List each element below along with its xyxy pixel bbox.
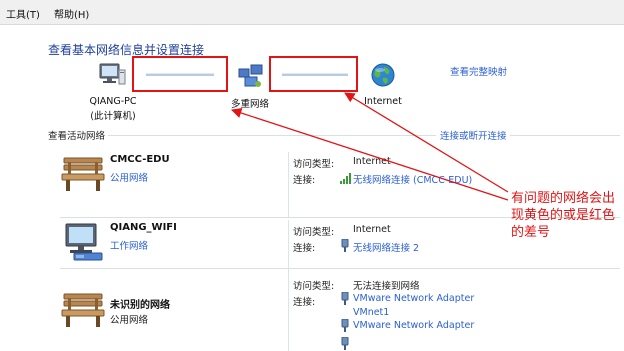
annotation-text: 有问题的网络会出现黄色的或是红色的差号 [511, 191, 616, 240]
annotation-arrows [231, 92, 509, 201]
